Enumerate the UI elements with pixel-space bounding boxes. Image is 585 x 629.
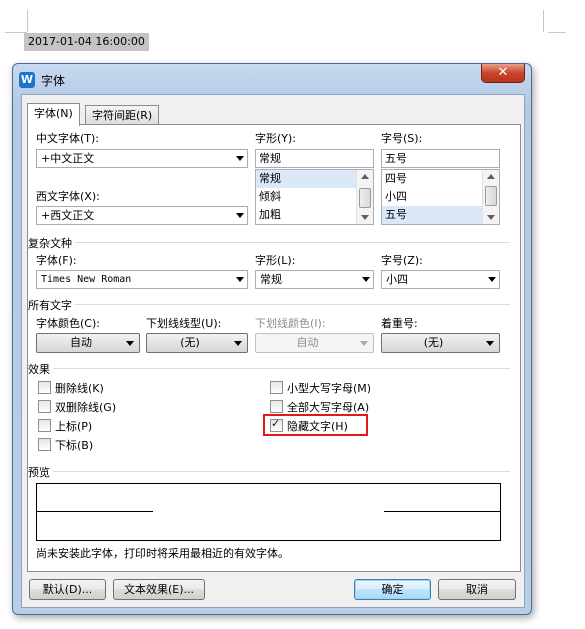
emphasis-mark-dropdown[interactable]: (无) xyxy=(381,333,500,353)
font-dialog: W 字体 ✕ 字体(N) 字符间距(R) 中文字体(T): +中文正文 字形(Y… xyxy=(12,63,532,615)
section-divider xyxy=(36,471,510,472)
preview-section-title: 预览 xyxy=(28,464,53,480)
selected-document-text[interactable]: 2017-01-04 16:00:00 xyxy=(24,33,149,51)
document-margin-mark xyxy=(543,10,544,32)
emphasis-mark-value: (无) xyxy=(423,336,444,349)
effects-section-title: 效果 xyxy=(28,361,53,377)
style-label: 字形(Y): xyxy=(255,132,297,145)
cancel-button[interactable]: 取消 xyxy=(438,579,516,600)
size-input[interactable]: 五号 xyxy=(381,149,500,168)
style-list[interactable]: 常规 倾斜 加粗 xyxy=(255,169,374,225)
superscript-label[interactable]: 上标(P) xyxy=(55,418,92,434)
document-margin-mark xyxy=(27,10,28,32)
hidden-text-checkbox[interactable] xyxy=(270,417,283,432)
complex-font-value: Times New Roman xyxy=(41,274,132,285)
preview-baseline-right xyxy=(384,511,500,512)
section-divider xyxy=(36,304,510,305)
chevron-down-icon xyxy=(360,341,368,346)
preview-box xyxy=(36,483,501,541)
complex-style-label: 字形(L): xyxy=(255,254,296,267)
size-label: 字号(S): xyxy=(381,132,423,145)
emphasis-mark-label: 着重号: xyxy=(381,317,418,330)
chevron-down-icon xyxy=(488,277,496,282)
underline-type-dropdown[interactable]: (无) xyxy=(146,333,248,353)
underline-type-label: 下划线线型(U): xyxy=(146,317,222,330)
small-caps-checkbox[interactable] xyxy=(270,381,283,394)
underline-color-dropdown: 自动 xyxy=(255,333,374,353)
scrollbar[interactable] xyxy=(482,170,499,224)
subscript-checkbox[interactable] xyxy=(38,438,51,451)
complex-size-label: 字号(Z): xyxy=(381,254,423,267)
wps-writer-icon: W xyxy=(19,72,35,88)
chevron-down-icon xyxy=(234,341,242,346)
dialog-client-area: 字体(N) 字符间距(R) 中文字体(T): +中文正文 字形(Y): 常规 常… xyxy=(21,94,525,608)
section-divider xyxy=(36,368,510,369)
close-button[interactable]: ✕ xyxy=(481,64,525,83)
preview-note: 尚未安装此字体，打印时将采用最相近的有效字体。 xyxy=(36,547,289,560)
scroll-thumb[interactable] xyxy=(359,188,371,208)
all-caps-checkbox[interactable] xyxy=(270,400,283,413)
dialog-title: 字体 xyxy=(41,74,66,88)
chevron-down-icon xyxy=(236,213,244,218)
small-caps-label[interactable]: 小型大写字母(M) xyxy=(287,380,371,396)
western-font-value: +西文正文 xyxy=(41,209,95,222)
strikethrough-label[interactable]: 删除线(K) xyxy=(55,380,104,396)
text-effect-button[interactable]: 文本效果(E)... xyxy=(113,579,205,600)
complex-style-value: 常规 xyxy=(260,273,282,286)
underline-color-value: 自动 xyxy=(296,336,319,349)
font-color-value: 自动 xyxy=(70,336,92,349)
chevron-down-icon xyxy=(236,156,244,161)
all-caps-label[interactable]: 全部大写字母(A) xyxy=(287,399,369,415)
western-font-select[interactable]: +西文正文 xyxy=(36,206,248,225)
chevron-down-icon xyxy=(236,277,244,282)
double-strikethrough-checkbox[interactable] xyxy=(38,400,51,413)
title-bar[interactable]: W 字体 ✕ xyxy=(13,64,531,94)
ok-button[interactable]: 确定 xyxy=(354,579,431,600)
preview-baseline-left xyxy=(37,511,153,512)
superscript-checkbox[interactable] xyxy=(38,419,51,432)
complex-size-select[interactable]: 小四 xyxy=(381,270,500,289)
scroll-thumb[interactable] xyxy=(485,186,497,206)
document-margin-mark xyxy=(548,32,566,33)
default-button[interactable]: 默认(D)... xyxy=(29,579,106,600)
hidden-text-label[interactable]: 隐藏文字(H) xyxy=(287,418,348,434)
chevron-down-icon xyxy=(486,341,494,346)
underline-type-value: (无) xyxy=(180,336,200,349)
tab-font[interactable]: 字体(N) xyxy=(27,103,80,126)
font-tab-panel: 中文字体(T): +中文正文 字形(Y): 常规 常规 倾斜 加粗 字号(S): xyxy=(27,124,521,572)
chinese-font-select[interactable]: +中文正文 xyxy=(36,149,248,168)
size-list[interactable]: 四号 小四 五号 xyxy=(381,169,500,225)
chinese-font-label: 中文字体(T): xyxy=(36,132,100,145)
scroll-up-icon[interactable] xyxy=(487,174,495,179)
section-divider xyxy=(36,242,510,243)
complex-font-select[interactable]: Times New Roman xyxy=(36,270,248,289)
complex-size-value: 小四 xyxy=(386,273,408,286)
style-input[interactable]: 常规 xyxy=(255,149,374,168)
scroll-down-icon[interactable] xyxy=(361,215,369,220)
all-text-section-title: 所有文字 xyxy=(28,297,75,313)
scrollbar[interactable] xyxy=(356,170,373,224)
underline-color-label: 下划线颜色(I): xyxy=(255,317,326,330)
scroll-down-icon[interactable] xyxy=(487,215,495,220)
chinese-font-value: +中文正文 xyxy=(41,152,95,165)
chevron-down-icon xyxy=(126,341,134,346)
strikethrough-checkbox[interactable] xyxy=(38,381,51,394)
tab-character-spacing[interactable]: 字符间距(R) xyxy=(85,105,160,125)
font-color-dropdown[interactable]: 自动 xyxy=(36,333,140,353)
complex-font-label: 字体(F): xyxy=(36,254,77,267)
scroll-up-icon[interactable] xyxy=(361,174,369,179)
western-font-label: 西文字体(X): xyxy=(36,190,100,203)
complex-script-section-title: 复杂文种 xyxy=(28,235,75,251)
double-strikethrough-label[interactable]: 双删除线(G) xyxy=(55,399,116,415)
complex-style-select[interactable]: 常规 xyxy=(255,270,374,289)
font-color-label: 字体颜色(C): xyxy=(36,317,100,330)
subscript-label[interactable]: 下标(B) xyxy=(55,437,93,453)
chevron-down-icon xyxy=(362,277,370,282)
